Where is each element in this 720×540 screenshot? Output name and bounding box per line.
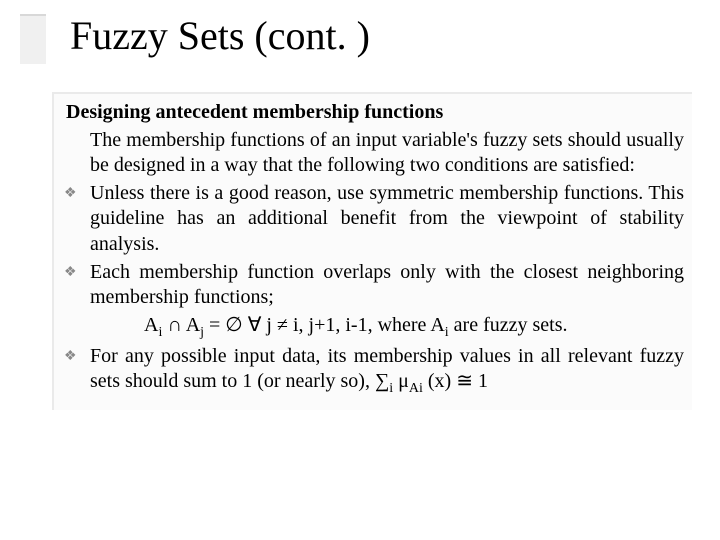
bullet-item: ❖ For any possible input data, its membe… bbox=[64, 344, 684, 399]
formula-text: Ai ∩ Aj = ∅ ∀ j ≠ i, j+1, i-1, where Ai … bbox=[144, 314, 567, 336]
bullet-text: Unless there is a good reason, use symme… bbox=[90, 181, 684, 258]
title-area: Fuzzy Sets (cont. ) bbox=[0, 0, 720, 69]
bullet-text: For any possible input data, its members… bbox=[90, 344, 684, 399]
diamond-bullet-icon: ❖ bbox=[64, 260, 90, 286]
content-panel: Designing antecedent membership function… bbox=[52, 92, 692, 410]
diamond-bullet-icon: ❖ bbox=[64, 344, 90, 370]
section-heading: Designing antecedent membership function… bbox=[64, 100, 684, 126]
formula-line: Ai ∩ Aj = ∅ ∀ j ≠ i, j+1, i-1, where Ai … bbox=[64, 313, 684, 342]
bullet-item: ❖ Each membership function overlaps only… bbox=[64, 260, 684, 311]
diamond-bullet-icon: ❖ bbox=[64, 181, 90, 207]
slide-title: Fuzzy Sets (cont. ) bbox=[40, 12, 720, 59]
intro-paragraph: The membership functions of an input var… bbox=[64, 128, 684, 179]
bullet-item: ❖ Unless there is a good reason, use sym… bbox=[64, 181, 684, 258]
title-accent-bar bbox=[20, 14, 46, 64]
bullet-text: Each membership function overlaps only w… bbox=[90, 260, 684, 311]
